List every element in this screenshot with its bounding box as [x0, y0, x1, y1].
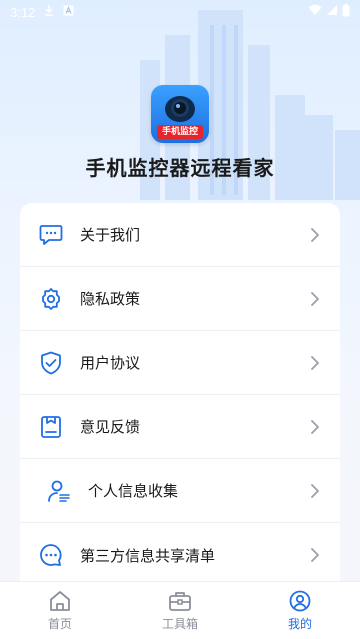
menu-item-label: 用户协议 [80, 354, 141, 372]
chevron-right-icon [308, 548, 322, 562]
user-info-icon [46, 478, 72, 504]
nav-label-toolbox: 工具箱 [161, 617, 198, 631]
menu-item-label: 隐私政策 [80, 290, 141, 308]
app-title: 手机监控器远程看家 [85, 156, 275, 180]
battery-icon [342, 3, 350, 21]
status-time: 3:12 [10, 4, 36, 20]
menu-item-feedback[interactable]: 意见反馈 [20, 395, 340, 459]
menu-card: 关于我们 隐私政策 用户协议 意见反馈 个人信息收集 第三方信息共享清单 [20, 203, 340, 593]
nav-label-mine: 我的 [287, 617, 312, 631]
menu-item-label: 第三方信息共享清单 [80, 546, 216, 565]
wifi-icon [308, 4, 322, 20]
menu-item-third-party-sharing[interactable]: 第三方信息共享清单 [20, 523, 340, 587]
chevron-right-icon [308, 483, 322, 498]
app-notification-icon [63, 5, 74, 20]
nav-item-home[interactable]: 首页 [0, 582, 120, 639]
menu-item-personal-info-collection[interactable]: 个人信息收集 [20, 459, 340, 523]
download-icon [43, 4, 55, 20]
status-bar: 3:12 [0, 0, 360, 24]
menu-item-privacy-policy[interactable]: 隐私政策 [20, 267, 340, 331]
home-icon [48, 589, 72, 613]
app-logo: 手机监控 [151, 85, 209, 143]
app-logo-text: 手机监控 [161, 127, 198, 137]
menu-item-label: 意见反馈 [80, 418, 141, 436]
toolbox-icon [168, 589, 192, 613]
chat-info-icon [38, 222, 64, 248]
menu-item-about-us[interactable]: 关于我们 [20, 203, 340, 267]
profile-icon [288, 589, 312, 613]
menu-item-label: 关于我们 [80, 226, 141, 244]
menu-item-label: 个人信息收集 [88, 482, 179, 500]
nav-item-toolbox[interactable]: 工具箱 [120, 582, 240, 639]
chevron-right-icon [308, 291, 322, 306]
message-dots-icon [38, 542, 64, 568]
shield-check-icon [38, 350, 64, 376]
nav-label-home: 首页 [47, 617, 72, 631]
nav-item-mine[interactable]: 我的 [240, 582, 360, 639]
gear-icon [38, 286, 64, 312]
chevron-right-icon [308, 419, 322, 434]
bottom-nav: 首页 工具箱 我的 [0, 581, 360, 639]
menu-item-user-agreement[interactable]: 用户协议 [20, 331, 340, 395]
cellular-signal-icon [326, 4, 338, 20]
chevron-right-icon [308, 227, 322, 242]
chevron-right-icon [308, 355, 322, 370]
feedback-icon [38, 414, 64, 440]
